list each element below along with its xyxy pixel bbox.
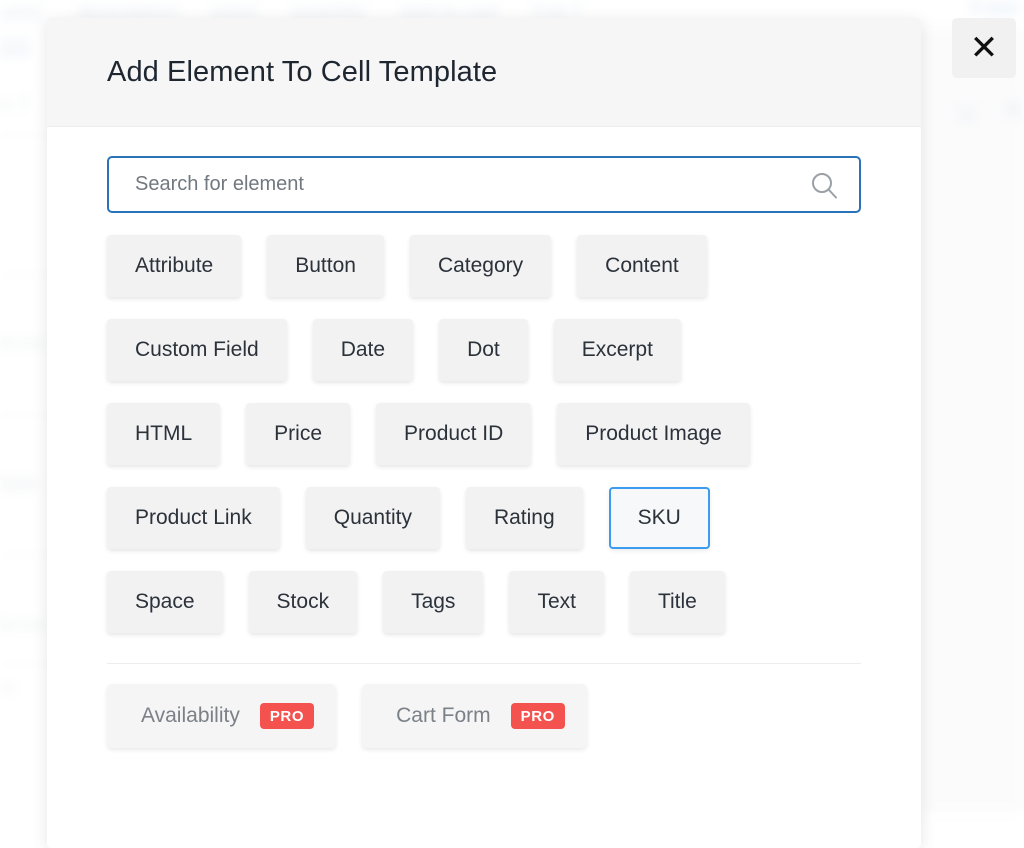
element-button-title[interactable]: Title (630, 571, 725, 633)
search-input[interactable] (109, 158, 859, 211)
pro-element-button-cart-form[interactable]: Cart Form PRO (362, 684, 587, 748)
bg-left-label-2: plate (0, 470, 38, 498)
close-icon: ✕ (970, 31, 999, 65)
element-button-grid: Attribute Button Category Content Custom Fie… (107, 235, 861, 633)
bg-left-label-1: eleme (0, 330, 46, 356)
search-icon[interactable] (807, 168, 841, 202)
element-row: HTML Price Product ID Product Image (107, 403, 861, 465)
pro-element-label: Availability (141, 704, 240, 728)
element-button-price[interactable]: Price (246, 403, 350, 465)
background-side-panel (919, 30, 1024, 812)
element-button-dot[interactable]: Dot (439, 319, 528, 381)
bg-left-label-3: eleme (0, 612, 46, 638)
element-button-date[interactable]: Date (313, 319, 413, 381)
element-button-product-id[interactable]: Product ID (376, 403, 531, 465)
bg-column-link: umn (0, 30, 31, 58)
element-button-content[interactable]: Content (577, 235, 707, 297)
element-row: Custom Field Date Dot Excerpt (107, 319, 861, 381)
bg-col-name: ame (2, 1, 43, 25)
element-button-excerpt[interactable]: Excerpt (554, 319, 681, 381)
element-button-sku[interactable]: SKU (609, 487, 710, 549)
element-button-stock[interactable]: Stock (249, 571, 358, 633)
element-button-custom-field[interactable]: Custom Field (107, 319, 287, 381)
collapse-arrows-icon: ⇲ (953, 96, 976, 129)
modal-body: Attribute Button Category Content Custom Fie… (47, 127, 921, 748)
element-row: Product Link Quantity Rating SKU (107, 487, 861, 549)
pro-element-label: Cart Form (396, 704, 491, 728)
element-button-category[interactable]: Category (410, 235, 551, 297)
expand-arrows-icon: ⇱ (1005, 96, 1024, 129)
element-button-text[interactable]: Text (509, 571, 604, 633)
modal-header: Add Element To Cell Template (47, 18, 921, 127)
pro-section-divider (107, 663, 861, 664)
element-button-product-image[interactable]: Product Image (557, 403, 750, 465)
element-button-space[interactable]: Space (107, 571, 223, 633)
add-element-modal: Add Element To Cell Template Attribute Bu… (47, 18, 921, 848)
pro-element-row: Availability PRO Cart Form PRO (107, 684, 861, 748)
bg-column-seven: nn 7 (0, 92, 31, 120)
bg-expand-label: Expa (970, 0, 1018, 20)
bg-left-label-4: ow (0, 678, 16, 700)
pro-badge: PRO (511, 703, 565, 729)
element-button-product-link[interactable]: Product Link (107, 487, 280, 549)
element-row: Space Stock Tags Text Title (107, 571, 861, 633)
element-row: Attribute Button Category Content (107, 235, 861, 297)
search-field[interactable] (107, 156, 861, 213)
element-button-attribute[interactable]: Attribute (107, 235, 241, 297)
page-title: Add Element To Cell Template (107, 56, 497, 89)
pro-badge: PRO (260, 703, 314, 729)
pro-element-button-availability[interactable]: Availability PRO (107, 684, 336, 748)
close-modal-button[interactable]: ✕ (952, 18, 1016, 78)
element-button-button[interactable]: Button (267, 235, 384, 297)
element-button-html[interactable]: HTML (107, 403, 220, 465)
element-button-quantity[interactable]: Quantity (306, 487, 440, 549)
element-button-tags[interactable]: Tags (383, 571, 483, 633)
element-button-rating[interactable]: Rating (466, 487, 583, 549)
